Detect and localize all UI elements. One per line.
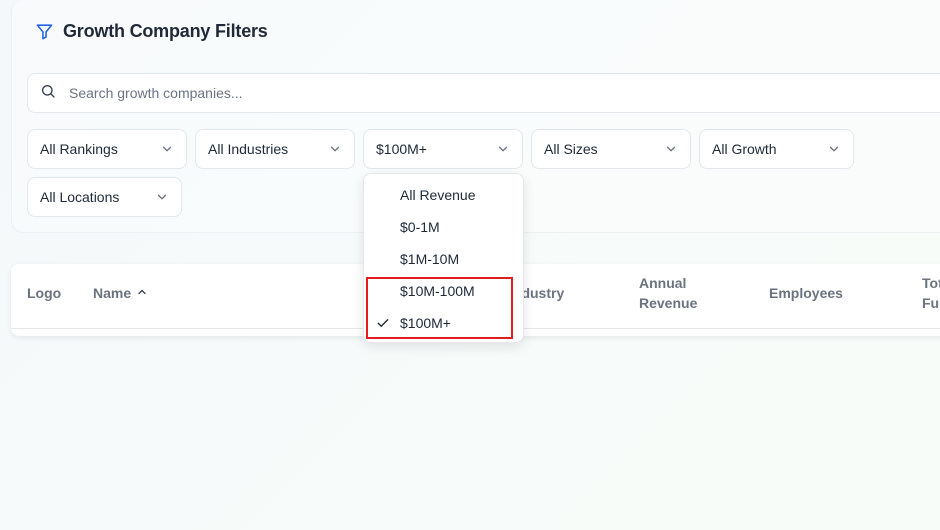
rankings-filter-label: All Rankings — [40, 141, 118, 157]
search-icon — [40, 83, 56, 104]
locations-filter-label: All Locations — [40, 189, 120, 205]
column-header-total-funding[interactable]: Total Funding — [922, 273, 940, 313]
column-header-employees[interactable]: Employees — [769, 283, 843, 303]
column-header-logo: Logo — [27, 285, 62, 301]
revenue-filter-label: $100M+ — [376, 141, 427, 157]
chevron-down-icon — [155, 190, 169, 204]
growth-filter[interactable]: All Growth — [699, 129, 854, 169]
growth-filter-label: All Growth — [712, 141, 777, 157]
revenue-option-1m-10m[interactable]: $1M-10M — [364, 243, 523, 275]
column-header-annual-revenue-line1: Annual — [639, 275, 687, 291]
chevron-down-icon — [328, 142, 342, 156]
filters-header: Growth Company Filters — [35, 20, 268, 42]
revenue-option-label: $10M-100M — [400, 283, 475, 299]
revenue-option-0-1m[interactable]: $0-1M — [364, 211, 523, 243]
column-header-name-label: Name — [93, 285, 132, 301]
search-box[interactable] — [27, 73, 940, 113]
column-header-annual-revenue[interactable]: Annual Revenue — [639, 273, 697, 313]
industries-filter[interactable]: All Industries — [195, 129, 355, 169]
check-icon — [376, 316, 390, 333]
revenue-option-100m-plus[interactable]: $100M+ — [364, 307, 523, 339]
chevron-down-icon — [664, 142, 678, 156]
revenue-filter[interactable]: $100M+ — [363, 129, 523, 169]
page-title: Growth Company Filters — [63, 20, 268, 41]
search-input[interactable] — [69, 85, 869, 101]
revenue-option-all[interactable]: All Revenue — [364, 179, 523, 211]
revenue-dropdown-menu: All Revenue $0-1M $1M-10M $10M-100M $100… — [363, 173, 524, 343]
filter-icon — [35, 22, 54, 41]
chevron-down-icon — [160, 142, 174, 156]
column-header-total-funding-line1: Total — [922, 275, 940, 291]
rankings-filter[interactable]: All Rankings — [27, 129, 187, 169]
revenue-option-label: All Revenue — [400, 187, 476, 203]
column-header-total-funding-line2: Funding — [922, 295, 940, 311]
revenue-option-10m-100m[interactable]: $10M-100M — [364, 275, 523, 307]
locations-filter[interactable]: All Locations — [27, 177, 182, 217]
sort-ascending-icon — [136, 283, 148, 303]
revenue-option-label: $0-1M — [400, 219, 440, 235]
column-header-name[interactable]: Name — [93, 283, 148, 303]
industries-filter-label: All Industries — [208, 141, 289, 157]
sizes-filter-label: All Sizes — [544, 141, 598, 157]
revenue-option-label: $100M+ — [400, 315, 451, 331]
column-header-annual-revenue-line2: Revenue — [639, 295, 698, 311]
sizes-filter[interactable]: All Sizes — [531, 129, 691, 169]
chevron-down-icon — [496, 142, 510, 156]
revenue-option-label: $1M-10M — [400, 251, 460, 267]
chevron-down-icon — [827, 142, 841, 156]
